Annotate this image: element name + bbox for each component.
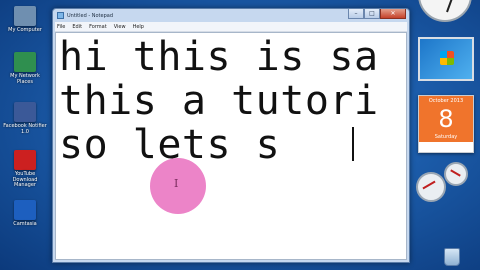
desktop-icon-label: Facebook Notifier 1.0 xyxy=(3,123,47,135)
cpu-dial-icon xyxy=(416,172,446,202)
desktop-icon-label: My Computer xyxy=(8,27,42,33)
computer-icon xyxy=(14,6,36,26)
cpu-meter-gadget[interactable] xyxy=(416,162,474,208)
desktop-icon-label: Camtasia xyxy=(13,221,37,227)
menu-view[interactable]: View xyxy=(114,24,126,30)
facebook-app-icon xyxy=(14,102,36,122)
start-area[interactable] xyxy=(0,255,46,270)
text-caret xyxy=(352,127,354,161)
desktop-icon-network[interactable]: My Network Places xyxy=(3,52,47,85)
menu-file[interactable]: File xyxy=(57,24,65,30)
minimize-button[interactable]: – xyxy=(348,9,364,19)
calendar-day: 8 xyxy=(438,105,454,133)
window-title: Untitled - Notepad xyxy=(67,12,114,19)
text-line-1: hi this is sa xyxy=(59,34,379,80)
menu-bar: File Edit Format View Help xyxy=(55,22,407,32)
title-bar[interactable]: Untitled - Notepad – □ ✕ xyxy=(53,9,409,22)
clock-gadget[interactable] xyxy=(418,0,472,22)
text-editor[interactable]: hi this is sa this a tutori so lets s xyxy=(55,32,407,260)
windows-logo-icon xyxy=(440,51,454,65)
text-cursor-icon: I xyxy=(174,177,179,190)
camtasia-icon xyxy=(14,200,36,220)
network-icon xyxy=(14,52,36,72)
text-line-2: this a tutori xyxy=(59,78,379,124)
maximize-button[interactable]: □ xyxy=(364,9,380,19)
desktop-icon-youtube[interactable]: YouTube Download Manager xyxy=(3,150,47,189)
menu-format[interactable]: Format xyxy=(89,24,107,30)
notepad-window: Untitled - Notepad – □ ✕ File Edit Forma… xyxy=(52,8,410,263)
calendar-weekday: Saturday xyxy=(434,134,458,140)
desktop-icon-facebook[interactable]: Facebook Notifier 1.0 xyxy=(3,102,47,135)
clock-hand xyxy=(446,0,454,13)
calendar-gadget[interactable]: October 2013 8 Saturday xyxy=(418,95,474,153)
desktop-icon-label: My Network Places xyxy=(10,73,40,85)
calendar-month: October 2013 xyxy=(428,98,464,104)
desktop-icon-camtasia[interactable]: Camtasia xyxy=(3,200,47,228)
slideshow-gadget[interactable] xyxy=(418,37,474,81)
menu-edit[interactable]: Edit xyxy=(72,24,82,30)
desktop-icon-computer[interactable]: My Computer xyxy=(3,6,47,34)
desktop-icon-label: YouTube Download Manager xyxy=(12,171,38,188)
menu-help[interactable]: Help xyxy=(133,24,144,30)
notepad-icon xyxy=(57,12,64,19)
youtube-app-icon xyxy=(14,150,36,170)
recycle-bin-icon[interactable] xyxy=(444,248,460,266)
close-button[interactable]: ✕ xyxy=(380,9,406,19)
